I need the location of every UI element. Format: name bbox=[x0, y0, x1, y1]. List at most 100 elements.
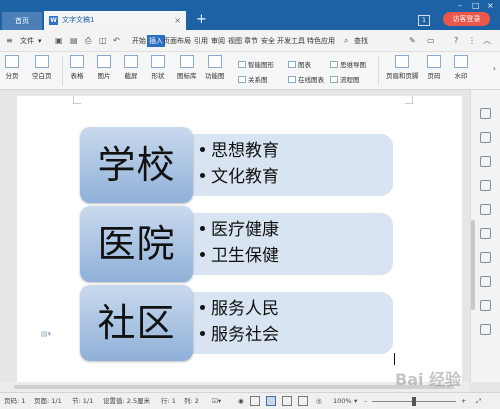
sidebar-select-icon[interactable] bbox=[480, 180, 491, 191]
table-button[interactable]: 表格 bbox=[70, 55, 84, 80]
file-dropdown-icon[interactable]: ▾ bbox=[38, 30, 42, 52]
online-chart-button[interactable]: 在线图表 bbox=[288, 74, 324, 84]
menu-references[interactable]: 引用 bbox=[194, 30, 208, 52]
edit-icon[interactable]: ✎ bbox=[409, 30, 416, 52]
sidebar-backup-icon[interactable] bbox=[480, 300, 491, 311]
smartart-heading[interactable]: 医院 bbox=[80, 206, 193, 282]
save-icon[interactable]: ▣ bbox=[55, 30, 63, 52]
minimize-icon[interactable]: – bbox=[458, 1, 462, 11]
scrollbar-thumb[interactable] bbox=[14, 385, 454, 389]
print-preview-icon[interactable]: ◫ bbox=[99, 30, 107, 52]
sidebar-style-icon[interactable] bbox=[480, 132, 491, 143]
protect-eye-icon[interactable]: ◎ bbox=[316, 393, 322, 409]
screenshot-button[interactable]: 截屏 bbox=[124, 55, 138, 80]
picture-button[interactable]: 图片 bbox=[97, 55, 111, 80]
status-section[interactable]: 节: 1/1 bbox=[72, 393, 93, 409]
undo-icon[interactable]: ↶ bbox=[113, 30, 120, 52]
window-mode-icon[interactable]: ▭ bbox=[427, 30, 435, 52]
status-page-number[interactable]: 页码: 1 bbox=[4, 393, 25, 409]
zoom-slider-handle[interactable] bbox=[412, 397, 416, 406]
page-number-button[interactable]: 页码 bbox=[427, 55, 441, 80]
sidebar-new-icon[interactable] bbox=[480, 108, 491, 119]
menu-file[interactable]: 文件 bbox=[20, 30, 34, 52]
list-item: 服务人民 bbox=[200, 296, 279, 322]
header-footer-button[interactable]: 页眉和页脚 bbox=[386, 55, 419, 80]
window-count-badge[interactable]: 1 bbox=[418, 15, 430, 26]
sidebar-layout-icon[interactable] bbox=[480, 252, 491, 263]
chart-button[interactable]: 图表 bbox=[288, 59, 311, 69]
status-row[interactable]: 行: 1 bbox=[161, 393, 176, 409]
status-setting-value[interactable]: 设置值: 2.5厘米 bbox=[103, 393, 150, 409]
blank-page-icon bbox=[34, 55, 49, 68]
mind-map-button[interactable]: 思维导图 bbox=[330, 59, 366, 69]
view-page-icon[interactable] bbox=[266, 396, 276, 406]
ribbon-divider bbox=[62, 56, 63, 86]
fullscreen-icon[interactable]: ⤢ bbox=[476, 393, 481, 409]
blank-page-label: 空白页 bbox=[32, 72, 52, 80]
status-page-count[interactable]: 页面: 1/1 bbox=[34, 393, 62, 409]
status-bar: 页码: 1 页面: 1/1 节: 1/1 设置值: 2.5厘米 行: 1 列: … bbox=[0, 392, 500, 409]
view-web-icon[interactable] bbox=[282, 396, 292, 406]
tab-document[interactable]: W 文字文稿1 × bbox=[44, 11, 186, 30]
spellcheck-icon[interactable]: ☑▾ bbox=[212, 393, 221, 409]
menu-chapter[interactable]: 章节 bbox=[244, 30, 258, 52]
smartart-bullet-list[interactable]: 思想教育 文化教育 bbox=[200, 138, 279, 190]
paragraph-marker-icon[interactable]: ▤▾ bbox=[41, 330, 51, 338]
more-options-icon[interactable]: ⋮ bbox=[468, 30, 476, 52]
maximize-icon[interactable]: □ bbox=[472, 1, 480, 11]
export-pdf-icon[interactable]: ▤ bbox=[70, 30, 78, 52]
print-icon[interactable]: ⎙ bbox=[85, 30, 91, 52]
sidebar-share-icon[interactable] bbox=[480, 276, 491, 287]
sidebar-shape-icon[interactable] bbox=[480, 156, 491, 167]
sidebar-table-icon[interactable] bbox=[480, 204, 491, 215]
search-icon[interactable]: ⌕ bbox=[344, 30, 348, 52]
help-icon[interactable]: ? bbox=[454, 30, 458, 52]
smartart-bullet-list[interactable]: 服务人民 服务社会 bbox=[200, 296, 279, 348]
zoom-in-icon[interactable]: + bbox=[461, 393, 466, 409]
ribbon-scroll-right-icon[interactable]: › bbox=[493, 64, 496, 73]
function-chart-button[interactable]: 功能图 bbox=[205, 55, 225, 80]
view-write-icon[interactable] bbox=[298, 396, 308, 406]
collapse-ribbon-icon[interactable]: ︿ bbox=[483, 30, 491, 52]
zoom-out-icon[interactable]: – bbox=[364, 393, 367, 409]
shapes-label: 形状 bbox=[151, 72, 165, 80]
relation-chart-button[interactable]: 关系图 bbox=[238, 74, 268, 84]
blank-page-button[interactable]: 空白页 bbox=[32, 55, 52, 80]
reading-mode-icon[interactable]: ◉ bbox=[238, 393, 244, 409]
menu-page-layout[interactable]: 页面布局 bbox=[163, 30, 191, 52]
menu-view[interactable]: 视图 bbox=[228, 30, 242, 52]
vertical-scrollbar[interactable] bbox=[470, 90, 476, 382]
menu-review[interactable]: 审阅 bbox=[211, 30, 225, 52]
close-window-icon[interactable]: × bbox=[487, 1, 494, 11]
zoom-dropdown-icon[interactable]: ▾ bbox=[354, 393, 357, 409]
page-break-button[interactable]: 分页 bbox=[5, 55, 19, 80]
smartart-button[interactable]: 智能图形 bbox=[238, 59, 274, 69]
watermark-button[interactable]: 水印 bbox=[454, 55, 468, 80]
bullet-text: 医疗健康 bbox=[211, 220, 279, 240]
smartart-icon bbox=[238, 61, 246, 68]
shapes-button[interactable]: 形状 bbox=[151, 55, 165, 80]
guest-login-button[interactable]: 访客登录 bbox=[443, 12, 490, 26]
menu-security[interactable]: 安全 bbox=[261, 30, 275, 52]
flowchart-button[interactable]: 流程图 bbox=[330, 74, 360, 84]
smartart-heading[interactable]: 学校 bbox=[80, 127, 193, 203]
new-tab-button[interactable]: + bbox=[196, 11, 207, 29]
status-column[interactable]: 列: 2 bbox=[184, 393, 199, 409]
close-tab-icon[interactable]: × bbox=[174, 11, 181, 30]
view-outline-icon[interactable] bbox=[250, 396, 260, 406]
tab-home[interactable]: 首页 bbox=[2, 12, 42, 30]
smartart-bullet-list[interactable]: 医疗健康 卫生保健 bbox=[200, 217, 279, 269]
writer-doc-icon: W bbox=[49, 16, 58, 25]
zoom-level[interactable]: 100% bbox=[333, 393, 352, 409]
menu-featured-apps[interactable]: 特色应用 bbox=[307, 30, 335, 52]
sidebar-gear-icon[interactable] bbox=[480, 228, 491, 239]
search-label[interactable]: 查找 bbox=[354, 30, 368, 52]
picture-label: 图片 bbox=[97, 72, 111, 80]
sidebar-help-icon[interactable] bbox=[480, 324, 491, 335]
scrollbar-thumb[interactable] bbox=[471, 220, 475, 310]
smartart-heading[interactable]: 社区 bbox=[80, 285, 193, 361]
icon-library-button[interactable]: 图标库 bbox=[177, 55, 197, 80]
menu-start[interactable]: 开始 bbox=[132, 30, 146, 52]
hamburger-menu-icon[interactable]: ≡ bbox=[6, 30, 13, 52]
menu-dev-tools[interactable]: 开发工具 bbox=[277, 30, 305, 52]
